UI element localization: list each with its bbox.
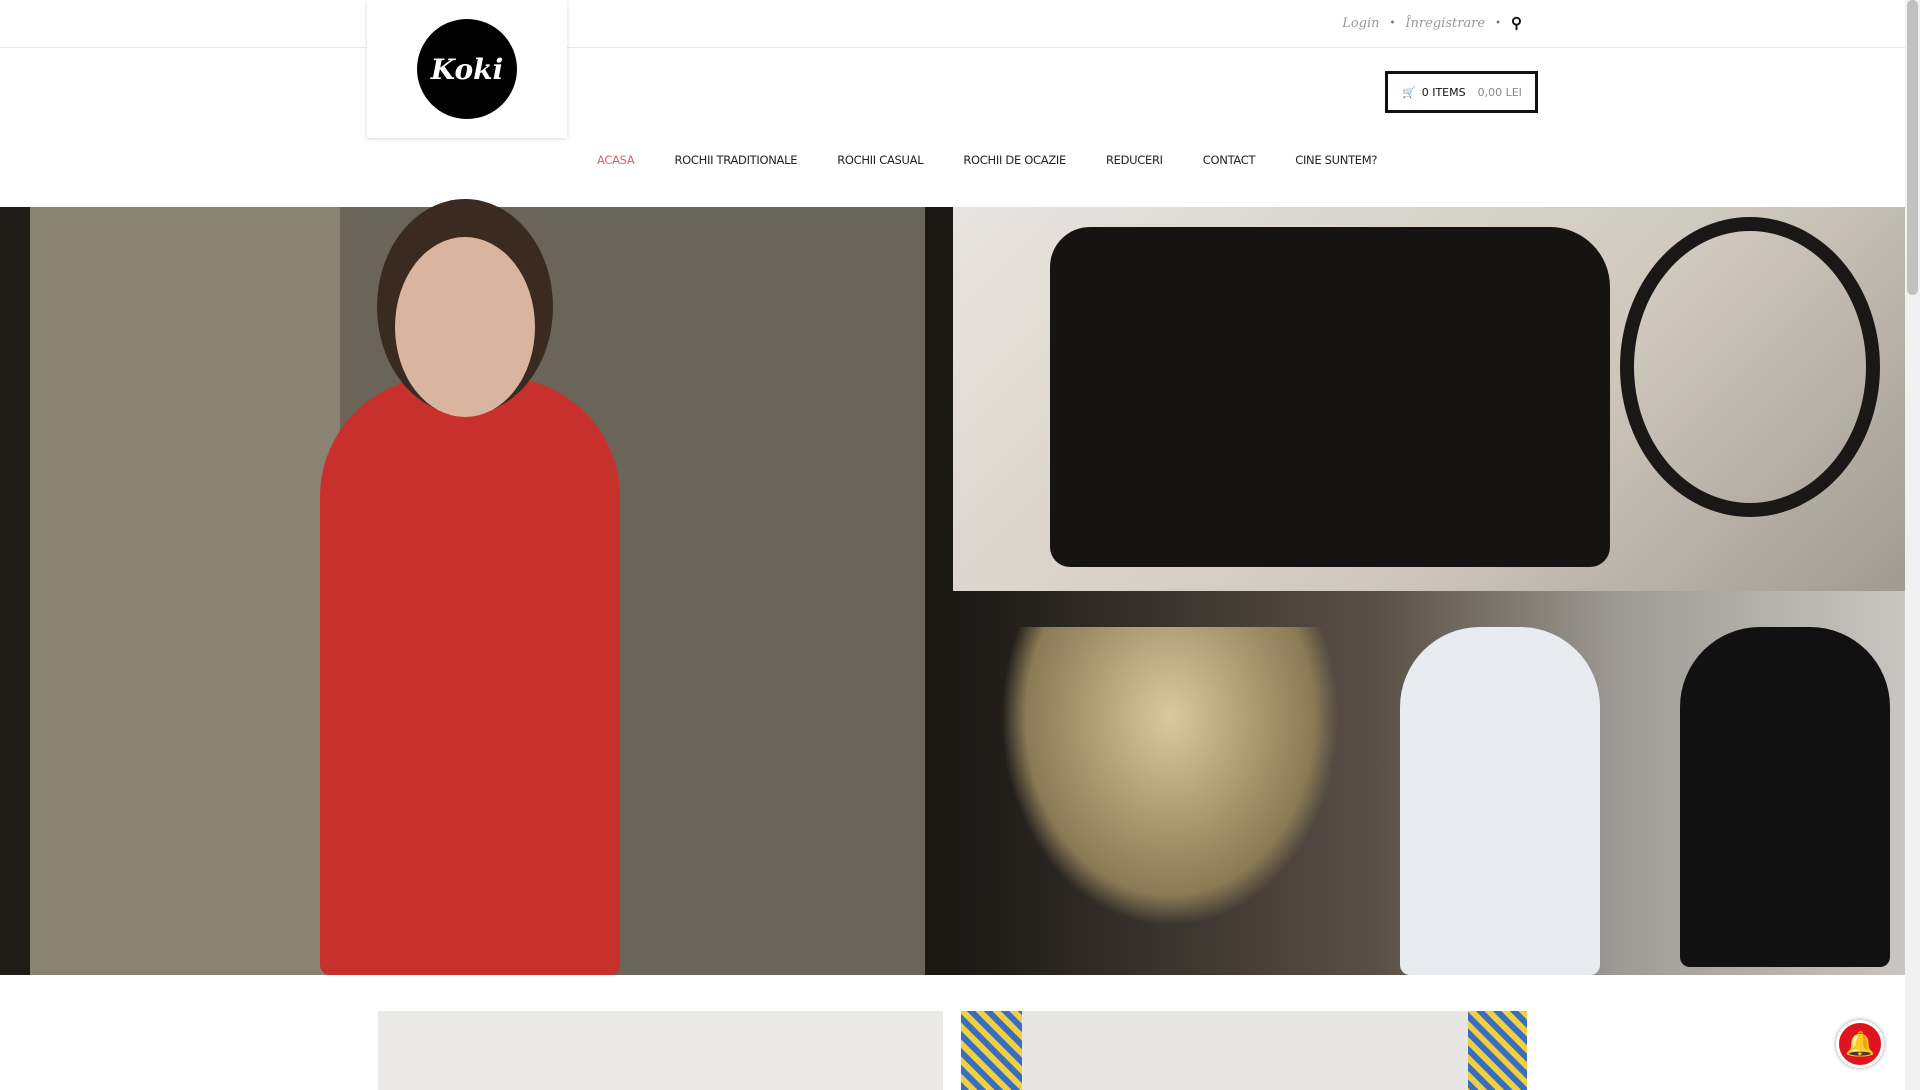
top-bar: Login • Înregistrare • ⚲ xyxy=(0,0,1905,48)
cart-icon: 🛒 xyxy=(1402,85,1416,99)
nav-item-cine-suntem[interactable]: CINE SUNTEM? xyxy=(1295,153,1377,167)
model-white-dress-shape xyxy=(1400,627,1600,975)
cart-total: 0,00 LEI xyxy=(1477,85,1522,99)
logo[interactable]: Koki xyxy=(367,0,567,138)
scrollbar-thumb[interactable] xyxy=(1907,0,1918,295)
nav-item-acasa[interactable]: ACASA xyxy=(597,153,635,167)
product-banner-left[interactable] xyxy=(378,1011,943,1090)
hero-image-red-dress[interactable] xyxy=(0,207,953,975)
product-banner-right-photo xyxy=(1022,1011,1468,1090)
register-link[interactable]: Înregistrare xyxy=(1405,16,1485,31)
main-nav: ACASA ROCHII TRADITIONALE ROCHII CASUAL … xyxy=(597,153,1417,167)
cart-items: 0 ITEMS xyxy=(1421,85,1466,99)
logo-circle: Koki xyxy=(417,19,517,119)
model-face-shape xyxy=(395,237,535,417)
cart-button[interactable]: 🛒 0 ITEMS 0,00 LEI xyxy=(1385,71,1538,113)
sewing-machine-shape xyxy=(1050,227,1610,567)
scrollbar[interactable] xyxy=(1905,0,1920,1090)
nav-item-contact[interactable]: CONTACT xyxy=(1203,153,1256,167)
separator: • xyxy=(1495,17,1501,29)
account-links: Login • Înregistrare • ⚲ xyxy=(1342,14,1522,32)
nav-item-rochii-casual[interactable]: ROCHII CASUAL xyxy=(837,153,923,167)
separator: • xyxy=(1389,17,1396,29)
nav-item-reduceri[interactable]: REDUCERI xyxy=(1106,153,1163,167)
nav-item-rochii-traditionale[interactable]: ROCHII TRADITIONALE xyxy=(674,153,797,167)
search-icon[interactable]: ⚲ xyxy=(1511,14,1522,32)
notification-bell-icon[interactable]: 🔔 xyxy=(1836,1020,1884,1068)
nav-item-rochii-de-ocazie[interactable]: ROCHII DE OCAZIE xyxy=(963,153,1066,167)
hero-banner[interactable] xyxy=(0,207,1905,975)
machine-wheel-shape xyxy=(1620,217,1880,517)
lamp-shape xyxy=(1000,627,1340,927)
login-link[interactable]: Login xyxy=(1342,16,1379,31)
dress-shape xyxy=(320,377,620,975)
model-black-dress-shape xyxy=(1680,627,1890,967)
